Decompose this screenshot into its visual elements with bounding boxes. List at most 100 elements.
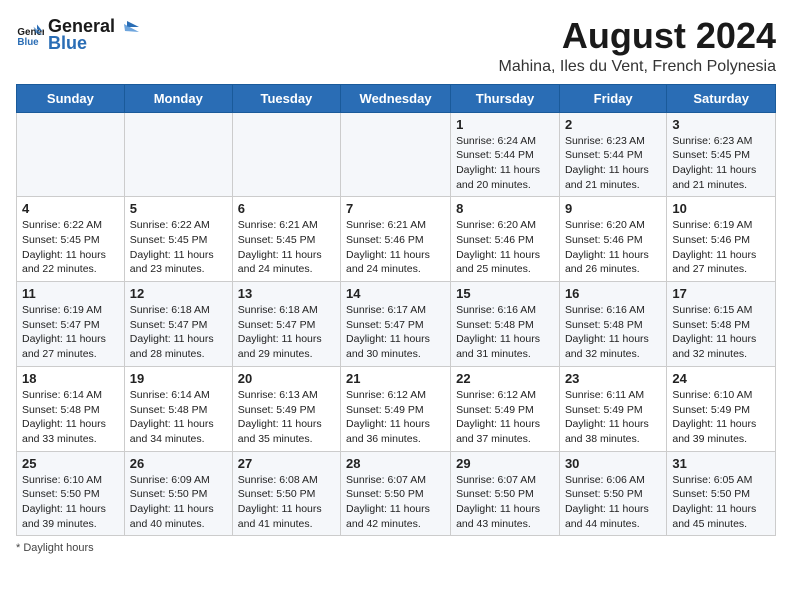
calendar-header-monday: Monday bbox=[124, 84, 232, 112]
day-info: Sunrise: 6:10 AMSunset: 5:49 PMDaylight:… bbox=[672, 388, 770, 447]
day-number: 5 bbox=[130, 201, 227, 216]
footer-note: * Daylight hours bbox=[16, 542, 776, 554]
day-number: 8 bbox=[456, 201, 554, 216]
calendar-cell: 14Sunrise: 6:17 AMSunset: 5:47 PMDayligh… bbox=[341, 282, 451, 367]
calendar-cell bbox=[124, 112, 232, 197]
calendar-week-3: 11Sunrise: 6:19 AMSunset: 5:47 PMDayligh… bbox=[17, 282, 776, 367]
day-number: 19 bbox=[130, 371, 227, 386]
day-info: Sunrise: 6:07 AMSunset: 5:50 PMDaylight:… bbox=[456, 473, 554, 532]
calendar-cell: 26 Sunrise: 6:09 AMSunset: 5:50 PMDayligh… bbox=[124, 451, 232, 536]
day-info: Sunrise: 6:22 AMSunset: 5:45 PMDaylight:… bbox=[130, 218, 227, 277]
calendar-cell: 4 Sunrise: 6:22 AMSunset: 5:45 PMDaylight… bbox=[17, 197, 125, 282]
calendar-week-1: 1 Sunrise: 6:24 AMSunset: 5:44 PMDaylight… bbox=[17, 112, 776, 197]
daylight-label: Daylight hours bbox=[23, 542, 93, 554]
day-number: 18 bbox=[22, 371, 119, 386]
day-number: 15 bbox=[456, 286, 554, 301]
day-info: Sunrise: 6:18 AMSunset: 5:47 PMDaylight:… bbox=[238, 303, 335, 362]
calendar-cell bbox=[17, 112, 125, 197]
calendar-table: SundayMondayTuesdayWednesdayThursdayFrid… bbox=[16, 84, 776, 537]
calendar-cell: 16Sunrise: 6:16 AMSunset: 5:48 PMDayligh… bbox=[559, 282, 666, 367]
svg-text:Blue: Blue bbox=[17, 37, 39, 48]
day-number: 20 bbox=[238, 371, 335, 386]
calendar-cell: 13Sunrise: 6:18 AMSunset: 5:47 PMDayligh… bbox=[232, 282, 340, 367]
page-subtitle: Mahina, Iles du Vent, French Polynesia bbox=[499, 58, 777, 76]
day-number: 23 bbox=[565, 371, 661, 386]
calendar-cell: 27 Sunrise: 6:08 AMSunset: 5:50 PMDayligh… bbox=[232, 451, 340, 536]
calendar-week-2: 4 Sunrise: 6:22 AMSunset: 5:45 PMDaylight… bbox=[17, 197, 776, 282]
calendar-cell: 29 Sunrise: 6:07 AMSunset: 5:50 PMDayligh… bbox=[451, 451, 560, 536]
day-info: Sunrise: 6:23 AMSunset: 5:45 PMDaylight:… bbox=[672, 134, 770, 193]
day-info: Sunrise: 6:12 AMSunset: 5:49 PMDaylight:… bbox=[346, 388, 445, 447]
day-number: 31 bbox=[672, 456, 770, 471]
logo: General Blue General Blue bbox=[16, 16, 139, 54]
calendar-cell: 8 Sunrise: 6:20 AMSunset: 5:46 PMDaylight… bbox=[451, 197, 560, 282]
calendar-cell: 31 Sunrise: 6:05 AMSunset: 5:50 PMDayligh… bbox=[667, 451, 776, 536]
day-info: Sunrise: 6:06 AMSunset: 5:50 PMDaylight:… bbox=[565, 473, 661, 532]
day-number: 1 bbox=[456, 117, 554, 132]
calendar-header-tuesday: Tuesday bbox=[232, 84, 340, 112]
calendar-week-5: 25 Sunrise: 6:10 AMSunset: 5:50 PMDayligh… bbox=[17, 451, 776, 536]
calendar-cell: 19Sunrise: 6:14 AMSunset: 5:48 PMDayligh… bbox=[124, 366, 232, 451]
day-number: 28 bbox=[346, 456, 445, 471]
day-info: Sunrise: 6:22 AMSunset: 5:45 PMDaylight:… bbox=[22, 218, 119, 277]
day-number: 24 bbox=[672, 371, 770, 386]
calendar-cell: 20 Sunrise: 6:13 AMSunset: 5:49 PMDayligh… bbox=[232, 366, 340, 451]
calendar-cell: 2 Sunrise: 6:23 AMSunset: 5:44 PMDaylight… bbox=[559, 112, 666, 197]
day-number: 6 bbox=[238, 201, 335, 216]
calendar-header-sunday: Sunday bbox=[17, 84, 125, 112]
page-title: August 2024 bbox=[499, 16, 777, 56]
day-number: 7 bbox=[346, 201, 445, 216]
day-number: 4 bbox=[22, 201, 119, 216]
day-info: Sunrise: 6:10 AMSunset: 5:50 PMDaylight:… bbox=[22, 473, 119, 532]
day-info: Sunrise: 6:07 AMSunset: 5:50 PMDaylight:… bbox=[346, 473, 445, 532]
day-number: 3 bbox=[672, 117, 770, 132]
day-info: Sunrise: 6:09 AMSunset: 5:50 PMDaylight:… bbox=[130, 473, 227, 532]
calendar-header-friday: Friday bbox=[559, 84, 666, 112]
day-number: 29 bbox=[456, 456, 554, 471]
calendar-cell: 24 Sunrise: 6:10 AMSunset: 5:49 PMDayligh… bbox=[667, 366, 776, 451]
day-info: Sunrise: 6:05 AMSunset: 5:50 PMDaylight:… bbox=[672, 473, 770, 532]
day-info: Sunrise: 6:13 AMSunset: 5:49 PMDaylight:… bbox=[238, 388, 335, 447]
calendar-cell: 17Sunrise: 6:15 AMSunset: 5:48 PMDayligh… bbox=[667, 282, 776, 367]
calendar-cell: 22 Sunrise: 6:12 AMSunset: 5:49 PMDayligh… bbox=[451, 366, 560, 451]
day-info: Sunrise: 6:16 AMSunset: 5:48 PMDaylight:… bbox=[456, 303, 554, 362]
day-number: 27 bbox=[238, 456, 335, 471]
calendar-cell: 1 Sunrise: 6:24 AMSunset: 5:44 PMDaylight… bbox=[451, 112, 560, 197]
calendar-cell bbox=[341, 112, 451, 197]
day-info: Sunrise: 6:16 AMSunset: 5:48 PMDaylight:… bbox=[565, 303, 661, 362]
calendar-cell: 5 Sunrise: 6:22 AMSunset: 5:45 PMDaylight… bbox=[124, 197, 232, 282]
day-info: Sunrise: 6:20 AMSunset: 5:46 PMDaylight:… bbox=[456, 218, 554, 277]
day-number: 2 bbox=[565, 117, 661, 132]
day-number: 30 bbox=[565, 456, 661, 471]
day-info: Sunrise: 6:23 AMSunset: 5:44 PMDaylight:… bbox=[565, 134, 661, 193]
calendar-header-row: SundayMondayTuesdayWednesdayThursdayFrid… bbox=[17, 84, 776, 112]
title-area: August 2024 Mahina, Iles du Vent, French… bbox=[499, 16, 777, 76]
day-number: 21 bbox=[346, 371, 445, 386]
calendar-cell: 9Sunrise: 6:20 AMSunset: 5:46 PMDaylight… bbox=[559, 197, 666, 282]
calendar-cell: 18Sunrise: 6:14 AMSunset: 5:48 PMDayligh… bbox=[17, 366, 125, 451]
day-number: 9 bbox=[565, 201, 661, 216]
calendar-week-4: 18Sunrise: 6:14 AMSunset: 5:48 PMDayligh… bbox=[17, 366, 776, 451]
day-info: Sunrise: 6:19 AMSunset: 5:47 PMDaylight:… bbox=[22, 303, 119, 362]
calendar-cell: 6Sunrise: 6:21 AMSunset: 5:45 PMDaylight… bbox=[232, 197, 340, 282]
day-number: 22 bbox=[456, 371, 554, 386]
day-info: Sunrise: 6:18 AMSunset: 5:47 PMDaylight:… bbox=[130, 303, 227, 362]
calendar-cell: 30 Sunrise: 6:06 AMSunset: 5:50 PMDayligh… bbox=[559, 451, 666, 536]
day-info: Sunrise: 6:11 AMSunset: 5:49 PMDaylight:… bbox=[565, 388, 661, 447]
day-info: Sunrise: 6:12 AMSunset: 5:49 PMDaylight:… bbox=[456, 388, 554, 447]
logo-bird-icon bbox=[117, 18, 139, 36]
day-number: 25 bbox=[22, 456, 119, 471]
day-number: 12 bbox=[130, 286, 227, 301]
day-number: 14 bbox=[346, 286, 445, 301]
calendar-cell: 28 Sunrise: 6:07 AMSunset: 5:50 PMDayligh… bbox=[341, 451, 451, 536]
day-info: Sunrise: 6:24 AMSunset: 5:44 PMDaylight:… bbox=[456, 134, 554, 193]
calendar-cell: 12 Sunrise: 6:18 AMSunset: 5:47 PMDayligh… bbox=[124, 282, 232, 367]
calendar-cell: 23 Sunrise: 6:11 AMSunset: 5:49 PMDayligh… bbox=[559, 366, 666, 451]
day-number: 26 bbox=[130, 456, 227, 471]
calendar-header-thursday: Thursday bbox=[451, 84, 560, 112]
calendar-header-wednesday: Wednesday bbox=[341, 84, 451, 112]
calendar-cell: 21 Sunrise: 6:12 AMSunset: 5:49 PMDayligh… bbox=[341, 366, 451, 451]
day-info: Sunrise: 6:15 AMSunset: 5:48 PMDaylight:… bbox=[672, 303, 770, 362]
calendar-cell bbox=[232, 112, 340, 197]
day-info: Sunrise: 6:08 AMSunset: 5:50 PMDaylight:… bbox=[238, 473, 335, 532]
